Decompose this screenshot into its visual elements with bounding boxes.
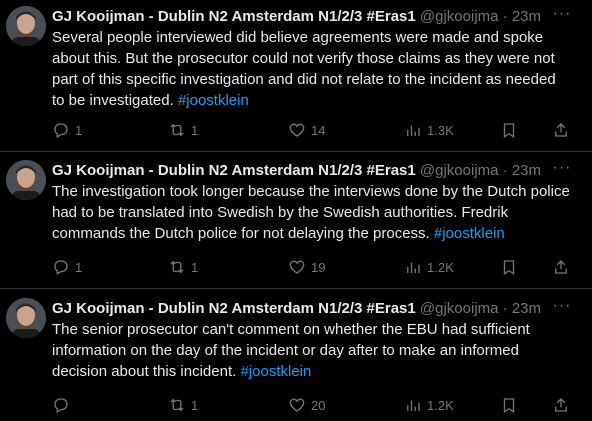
hashtag-link[interactable]: #joostklein [178,92,249,109]
reply-icon [54,123,68,138]
views-count: 1.2K [427,397,454,413]
author-name[interactable]: GJ Kooijman - Dublin N2 Amsterdam N1/2/3… [52,300,416,317]
views-icon [407,262,420,273]
tweet-actions: 1 20 1.2K [52,395,582,415]
timeline-feed: GJ Kooijman - Dublin N2 Amsterdam N1/2/3… [0,0,592,421]
heart-icon [289,398,305,412]
more-options-icon[interactable]: ··· [552,160,572,180]
repost-button[interactable]: 1 [168,257,198,277]
timestamp[interactable]: 23m [512,162,541,179]
views-button[interactable]: 1.2K [404,257,454,277]
like-count: 19 [311,259,326,275]
bookmark-button[interactable] [500,395,518,415]
repost-count: 1 [191,397,199,413]
views-button[interactable]: 1.3K [404,120,454,140]
like-count: 14 [311,122,326,138]
tweet[interactable]: GJ Kooijman - Dublin N2 Amsterdam N1/2/3… [0,298,592,421]
reply-button[interactable]: 1 [52,120,82,140]
tweet-actions: 1 1 14 1.3K [52,120,582,140]
repost-count: 1 [191,259,199,275]
reply-icon [54,398,68,413]
reply-icon [54,260,68,275]
tweet-header: GJ Kooijman - Dublin N2 Amsterdam N1/2/3… [52,299,560,319]
more-options-icon[interactable]: ··· [552,298,572,318]
hashtag-link[interactable]: #joostklein [434,225,505,242]
share-icon [555,123,567,137]
tweet-actions: 1 1 19 1.2K [52,257,582,277]
heart-icon [289,260,305,274]
like-button[interactable]: 20 [288,395,325,415]
reply-button[interactable] [52,395,75,415]
tweet-header: GJ Kooijman - Dublin N2 Amsterdam N1/2/3… [52,7,560,27]
repost-button[interactable]: 1 [168,395,198,415]
reply-count: 1 [75,122,83,138]
heart-icon [289,123,305,137]
share-icon [555,260,567,274]
repost-icon [170,123,184,137]
tweet[interactable]: GJ Kooijman - Dublin N2 Amsterdam N1/2/3… [0,160,592,286]
divider [0,151,592,152]
repost-count: 1 [191,122,199,138]
share-button[interactable] [552,257,570,277]
avatar[interactable] [6,6,46,46]
like-count: 20 [311,397,326,413]
repost-icon [170,260,184,274]
tweet-text: The investigation took longer because th… [52,181,572,244]
separator: · [502,300,508,317]
share-icon [555,398,567,412]
more-options-icon[interactable]: ··· [552,6,572,26]
avatar[interactable] [6,160,46,200]
share-button[interactable] [552,120,570,140]
views-icon [407,125,420,136]
separator: · [502,162,508,179]
tweet-text: The senior prosecutor can't comment on w… [52,319,572,382]
timestamp[interactable]: 23m [512,300,541,317]
author-name[interactable]: GJ Kooijman - Dublin N2 Amsterdam N1/2/3… [52,162,416,179]
bookmark-icon [503,123,515,139]
author-name[interactable]: GJ Kooijman - Dublin N2 Amsterdam N1/2/3… [52,8,416,25]
author-handle[interactable]: @gjkooijma [420,162,499,179]
views-button[interactable]: 1.2K [404,395,454,415]
reply-count: 1 [75,259,83,275]
like-button[interactable]: 14 [288,120,325,140]
tweet-header: GJ Kooijman - Dublin N2 Amsterdam N1/2/3… [52,161,560,181]
bookmark-button[interactable] [500,257,518,277]
separator: · [502,8,508,25]
repost-button[interactable]: 1 [168,120,198,140]
share-button[interactable] [552,395,570,415]
repost-icon [170,398,184,412]
views-icon [407,400,420,411]
bookmark-button[interactable] [500,120,518,140]
reply-button[interactable]: 1 [52,257,82,277]
author-handle[interactable]: @gjkooijma [420,8,499,25]
views-count: 1.2K [427,259,454,275]
hashtag-link[interactable]: #joostklein [240,363,311,380]
tweet-text: Several people interviewed did believe a… [52,27,572,111]
bookmark-icon [503,260,515,276]
avatar[interactable] [6,298,46,338]
like-button[interactable]: 19 [288,257,325,277]
views-count: 1.3K [427,122,454,138]
divider [0,288,592,289]
tweet[interactable]: GJ Kooijman - Dublin N2 Amsterdam N1/2/3… [0,6,592,146]
timestamp[interactable]: 23m [512,8,541,25]
bookmark-icon [503,398,515,414]
tweet-body: Several people interviewed did believe a… [52,29,556,109]
author-handle[interactable]: @gjkooijma [420,300,499,317]
